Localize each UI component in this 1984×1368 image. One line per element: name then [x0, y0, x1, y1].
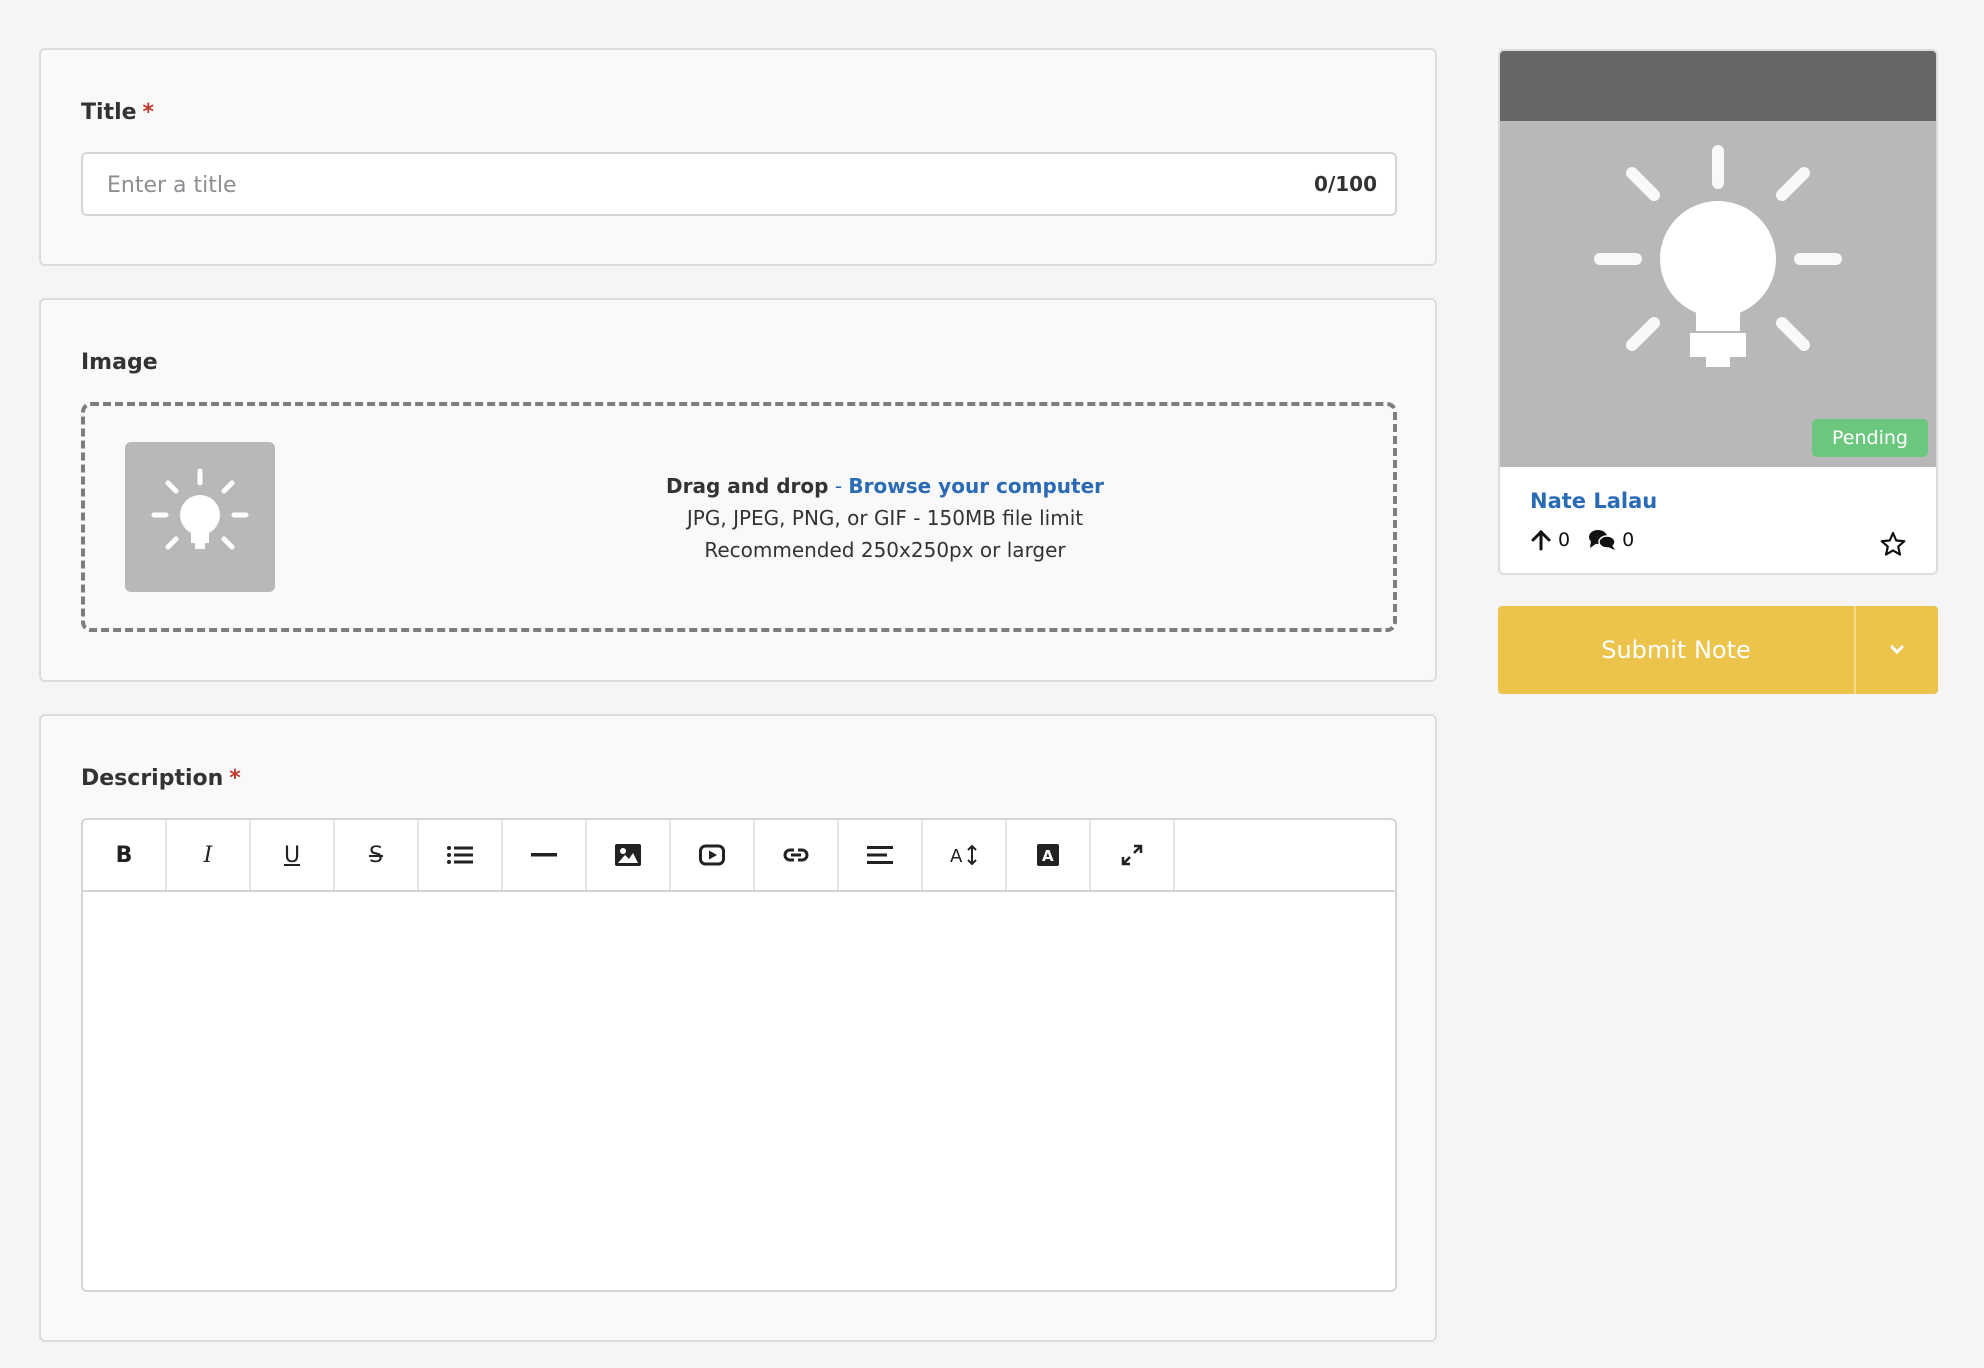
link-icon	[783, 848, 809, 862]
underline-button[interactable]: U	[251, 820, 335, 890]
file-format-text: JPG, JPEG, PNG, or GIF - 150MB file limi…	[686, 506, 1084, 530]
text-color-icon: A	[1037, 844, 1059, 866]
required-mark: *	[229, 766, 241, 791]
rule-icon	[531, 853, 557, 857]
italic-icon: I	[203, 842, 213, 868]
image-dropzone[interactable]: Drag and drop - Browse your computer JPG…	[81, 402, 1397, 632]
submit-options-dropdown[interactable]	[1856, 606, 1938, 694]
description-label: Description *	[81, 766, 241, 791]
submit-button-group: Submit Note	[1498, 606, 1938, 694]
comment-stat[interactable]: 0	[1588, 529, 1634, 551]
insert-link-button[interactable]	[755, 820, 839, 890]
expand-icon	[1121, 844, 1143, 866]
video-icon	[699, 844, 725, 866]
title-panel: Title* 0/100	[39, 48, 1437, 266]
comments-icon	[1589, 530, 1616, 550]
author-link[interactable]: Nate Lalau	[1530, 489, 1657, 513]
text-color-button[interactable]: A	[1007, 820, 1091, 890]
lightbulb-icon	[151, 468, 249, 550]
font-size-icon: A	[950, 844, 977, 866]
description-editor: B I U S A A	[81, 818, 1397, 1292]
bold-button[interactable]: B	[83, 820, 167, 890]
separator-text: -	[828, 474, 849, 498]
svg-text:A: A	[1042, 847, 1054, 865]
card-image: Pending	[1500, 121, 1936, 467]
horizontal-rule-button[interactable]	[503, 820, 587, 890]
underline-icon: U	[283, 842, 301, 868]
star-icon[interactable]	[1880, 531, 1906, 557]
insert-image-button[interactable]	[587, 820, 671, 890]
browse-link[interactable]: Browse your computer	[848, 474, 1104, 498]
title-input[interactable]	[105, 154, 1289, 216]
align-icon	[867, 846, 893, 864]
upvote-count: 0	[1558, 529, 1571, 551]
card-stats: 0 0	[1530, 529, 1652, 551]
svg-text:A: A	[950, 846, 963, 866]
submit-note-button[interactable]: Submit Note	[1498, 606, 1856, 694]
description-label-text: Description	[81, 766, 224, 791]
insert-video-button[interactable]	[671, 820, 755, 890]
size-recommendation-text: Recommended 250x250px or larger	[704, 538, 1066, 562]
title-label: Title *	[81, 100, 154, 125]
drag-drop-text: Drag and drop	[665, 474, 829, 498]
title-char-counter: 0/100	[1314, 172, 1377, 196]
title-input-box[interactable]: 0/100	[81, 152, 1397, 216]
italic-button[interactable]: I	[167, 820, 251, 890]
image-label: Image	[81, 350, 158, 375]
align-button[interactable]	[839, 820, 923, 890]
bullet-list-button[interactable]	[419, 820, 503, 890]
description-text-area[interactable]	[83, 892, 1395, 1290]
font-size-button[interactable]: A	[923, 820, 1007, 890]
image-thumbnail	[125, 442, 275, 592]
image-icon	[615, 844, 641, 866]
upvote-stat[interactable]: 0	[1530, 529, 1570, 551]
strikethrough-button[interactable]: S	[335, 820, 419, 890]
bold-icon: B	[115, 842, 133, 868]
title-label-text: Title	[81, 100, 137, 125]
fullscreen-button[interactable]	[1091, 820, 1175, 890]
description-panel: Description * B I U S A A	[39, 714, 1437, 1342]
chevron-down-icon	[1890, 645, 1904, 655]
list-icon	[447, 846, 473, 864]
status-badge: Pending	[1812, 419, 1928, 457]
lightbulb-icon	[1594, 145, 1842, 367]
strikethrough-icon: S	[369, 842, 383, 868]
upvote-icon	[1531, 529, 1551, 551]
editor-toolbar: B I U S A A	[83, 820, 1395, 892]
image-panel: Image Drag and drop - Browse your comput…	[39, 298, 1437, 682]
dropzone-instructions: Drag and drop - Browse your computer JPG…	[385, 470, 1385, 566]
comment-count: 0	[1622, 529, 1635, 551]
card-header	[1500, 51, 1936, 121]
required-mark: *	[142, 100, 155, 125]
note-preview-card: Pending Nate Lalau 0 0	[1498, 49, 1938, 575]
